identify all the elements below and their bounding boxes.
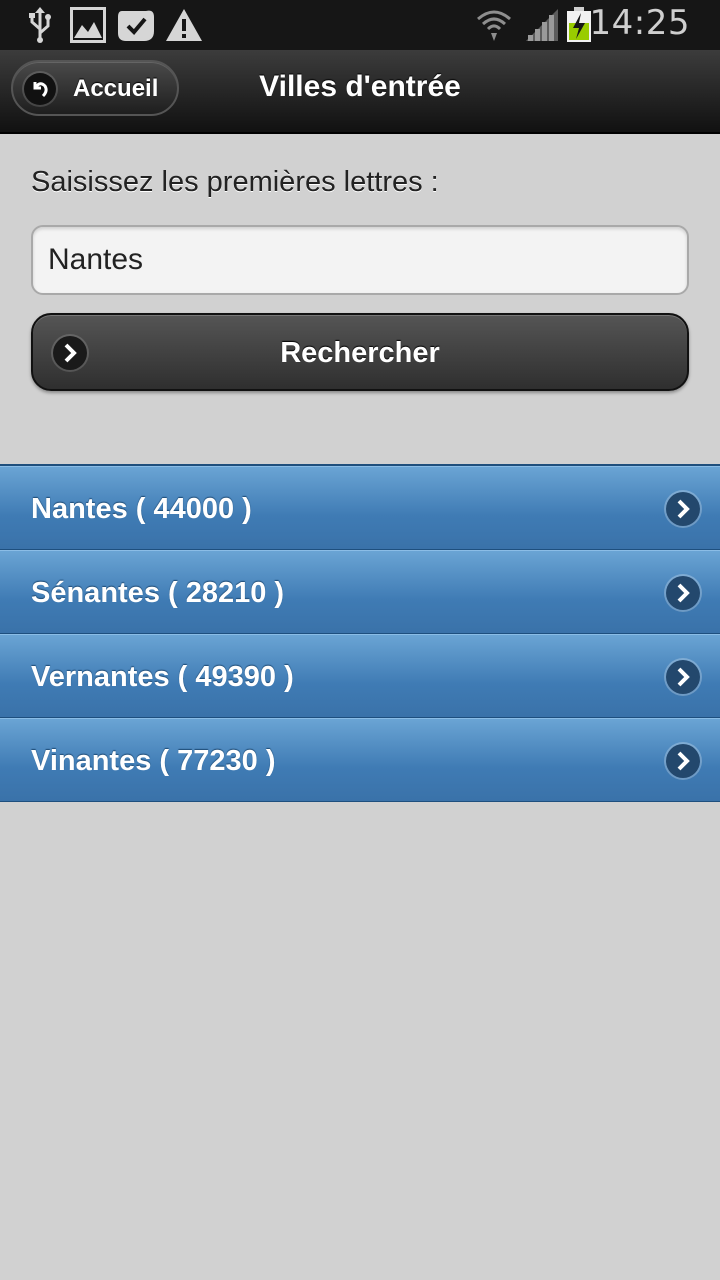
list-item[interactable]: Sénantes ( 28210 ) <box>0 550 720 634</box>
list-item-label: Sénantes ( 28210 ) <box>31 577 285 609</box>
signal-icon <box>524 7 560 43</box>
search-button-label: Rechercher <box>280 337 440 369</box>
usb-icon <box>26 7 54 43</box>
list-item-label: Nantes ( 44000 ) <box>31 493 252 525</box>
battery-charging-icon <box>566 7 592 43</box>
list-item[interactable]: Vinantes ( 77230 ) <box>0 718 720 802</box>
warning-icon <box>164 7 204 43</box>
app-header: Accueil Villes d'entrée <box>0 50 720 134</box>
search-prompt: Saisissez les premières lettres : <box>31 166 439 198</box>
status-bar: 14:25 <box>0 0 720 50</box>
wifi-icon <box>476 7 512 43</box>
search-button[interactable]: Rechercher <box>31 313 689 391</box>
chevron-right-icon <box>666 660 700 694</box>
image-icon <box>70 7 106 43</box>
list-item-label: Vinantes ( 77230 ) <box>31 745 276 777</box>
list-item[interactable]: Nantes ( 44000 ) <box>0 466 720 550</box>
results-list: Nantes ( 44000 ) Sénantes ( 28210 ) Vern… <box>0 464 720 802</box>
chevron-right-icon <box>666 576 700 610</box>
page-title: Villes d'entrée <box>259 70 461 103</box>
check-bubble-icon <box>116 7 156 45</box>
chevron-right-icon <box>666 492 700 526</box>
status-time: 14:25 <box>589 3 690 43</box>
search-input[interactable] <box>31 225 689 295</box>
list-item-label: Vernantes ( 49390 ) <box>31 661 294 693</box>
chevron-right-icon <box>666 744 700 778</box>
list-item[interactable]: Vernantes ( 49390 ) <box>0 634 720 718</box>
